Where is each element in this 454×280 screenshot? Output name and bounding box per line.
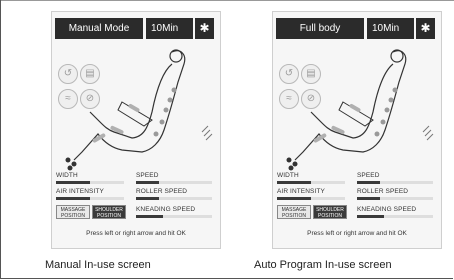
bluetooth-icon: ✱ <box>416 18 435 39</box>
auto-program-screen-caption: Auto Program In-use screen <box>254 259 392 271</box>
massage-position-button[interactable]: MASSAGE POSITION <box>277 205 311 219</box>
roller-speed-label: ROLLER SPEED <box>136 188 188 195</box>
roller-speed-label: ROLLER SPEED <box>357 188 409 195</box>
width-level-bar[interactable] <box>56 181 124 184</box>
mode-label[interactable]: Manual Mode <box>55 18 143 39</box>
air-intensity-label: AIR INTENSITY <box>56 188 104 195</box>
shoulder-position-button[interactable]: SHOULDER POSITION <box>313 205 347 219</box>
air-intensity-level-bar[interactable] <box>277 197 345 200</box>
speed-level-bar[interactable] <box>136 181 212 184</box>
kneading-speed-level-fill <box>357 215 384 218</box>
instruction-hint: Press left or right arrow and hit OK <box>307 230 407 237</box>
kneading-speed-label: KNEADING SPEED <box>357 206 417 213</box>
width-level-fill <box>277 181 311 184</box>
timer-label[interactable]: 10Min <box>146 18 193 39</box>
width-label: WIDTH <box>56 172 78 179</box>
air-intensity-level-bar[interactable] <box>56 197 124 200</box>
massage-position-button[interactable]: MASSAGE POSITION <box>56 205 90 219</box>
instruction-hint: Press left or right arrow and hit OK <box>86 230 186 237</box>
width-label: WIDTH <box>277 172 299 179</box>
speed-label: SPEED <box>357 172 380 179</box>
air-intensity-level-fill <box>56 197 90 200</box>
roller-speed-level-fill <box>357 197 380 200</box>
roller-speed-level-fill <box>136 197 159 200</box>
width-level-bar[interactable] <box>277 181 345 184</box>
kneading-speed-level-bar[interactable] <box>136 215 212 218</box>
massage-chair-diagram <box>286 49 434 171</box>
width-level-fill <box>56 181 90 184</box>
kneading-speed-label: KNEADING SPEED <box>136 206 196 213</box>
kneading-speed-level-fill <box>136 215 163 218</box>
mode-label[interactable]: Full body <box>276 18 364 39</box>
massage-chair-diagram <box>65 49 213 171</box>
roller-speed-level-bar[interactable] <box>136 197 212 200</box>
auto-program-screen-panel: Full body 10Min ✱ ↺ ▤ ≈ ⊘ WIDTH SPEED AI… <box>272 11 442 249</box>
kneading-speed-level-bar[interactable] <box>357 215 433 218</box>
speed-level-bar[interactable] <box>357 181 433 184</box>
speed-label: SPEED <box>136 172 159 179</box>
shoulder-position-button[interactable]: SHOULDER POSITION <box>92 205 126 219</box>
speed-level-fill <box>357 181 380 184</box>
air-intensity-label: AIR INTENSITY <box>277 188 325 195</box>
air-intensity-level-fill <box>277 197 311 200</box>
roller-speed-level-bar[interactable] <box>357 197 433 200</box>
timer-label[interactable]: 10Min <box>367 18 414 39</box>
manual-screen-panel: Manual Mode 10Min ✱ ↺ ▤ ≈ ⊘ WIDTH SPEED … <box>51 11 221 249</box>
bluetooth-icon: ✱ <box>195 18 214 39</box>
speed-level-fill <box>136 181 159 184</box>
manual-screen-caption: Manual In-use screen <box>45 259 151 271</box>
